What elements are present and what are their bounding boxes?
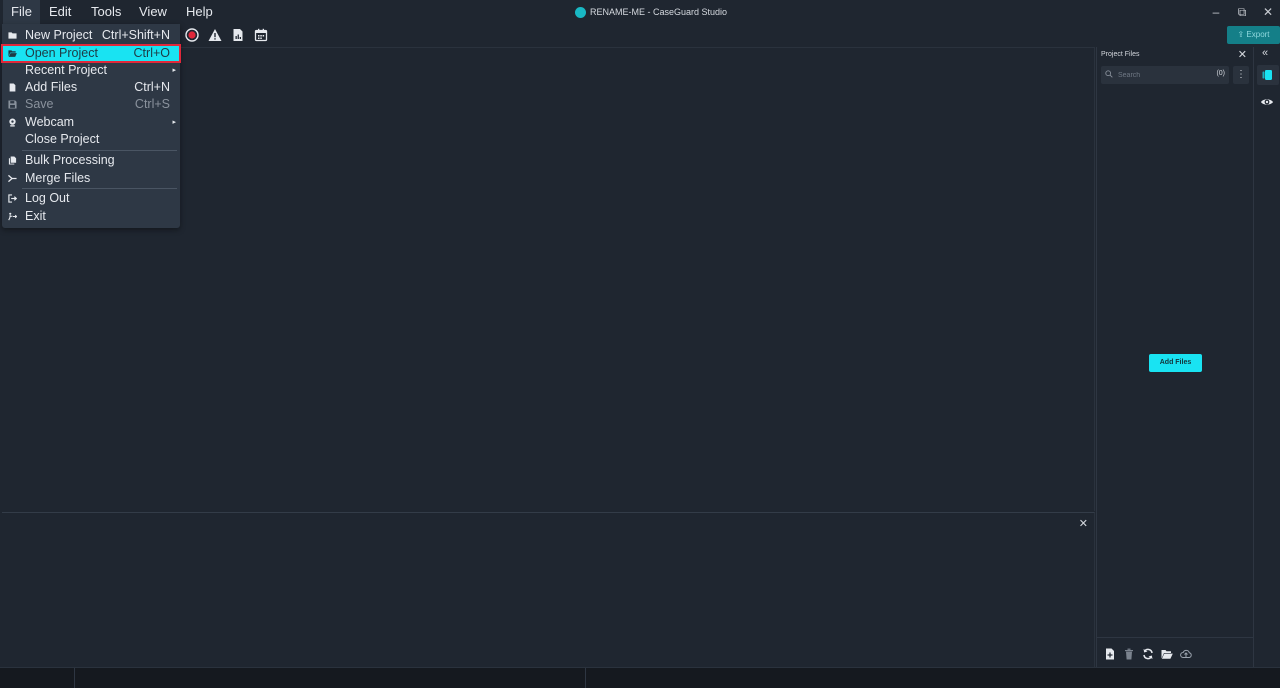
menu-item-log-out[interactable]: Log Out — [2, 190, 180, 207]
report-icon[interactable] — [231, 28, 245, 42]
collapse-icon[interactable]: « — [1262, 47, 1268, 59]
menu-item-shortcut: Ctrl+Shift+N — [101, 28, 170, 42]
export-button[interactable]: ⇪ Export — [1227, 26, 1280, 44]
logout-icon — [8, 194, 17, 203]
new-file-icon[interactable] — [1104, 648, 1116, 660]
project-files-tab[interactable] — [1257, 65, 1279, 85]
menu-item-label: New Project — [25, 28, 93, 42]
search-input[interactable] — [1118, 68, 1208, 82]
menu-item-label: Open Project — [25, 46, 98, 60]
bulk-files-icon — [8, 156, 17, 165]
folder-open-icon[interactable] — [1161, 648, 1173, 660]
refresh-icon[interactable] — [1142, 648, 1154, 660]
project-files-panel: Project Files ✕ (0) ⋮ Add Files — [1096, 47, 1254, 667]
menu-separator — [22, 150, 177, 151]
menu-edit[interactable]: Edit — [41, 0, 79, 24]
menu-item-recent-project[interactable]: Recent Project ▸ — [2, 62, 180, 79]
menu-view[interactable]: View — [131, 0, 175, 24]
bottom-panel: ✕ — [2, 512, 1095, 668]
window-title-text: RENAME-ME - CaseGuard Studio — [590, 7, 728, 17]
search-icon — [1105, 70, 1113, 78]
eye-icon[interactable] — [1260, 95, 1274, 109]
menu-item-new-project[interactable]: New Project Ctrl+Shift+N — [2, 27, 180, 44]
trash-icon[interactable] — [1123, 648, 1135, 660]
menu-item-label: Webcam — [25, 115, 75, 129]
exit-icon — [8, 212, 17, 221]
more-options-icon[interactable]: ⋮ — [1233, 66, 1249, 84]
menu-bar: File Edit Tools View Help RENAME-ME - Ca… — [0, 0, 1280, 24]
menu-item-label: Close Project — [25, 132, 100, 146]
submenu-arrow-icon: ▸ — [172, 67, 176, 74]
menu-item-shortcut: Ctrl+S — [134, 97, 170, 111]
minimize-button[interactable]: – — [1205, 0, 1227, 24]
warning-icon[interactable] — [208, 28, 222, 42]
right-rail: « — [1254, 47, 1280, 667]
menu-item-webcam[interactable]: Webcam ▸ — [2, 114, 180, 131]
add-files-button[interactable]: Add Files — [1149, 354, 1202, 372]
menu-file[interactable]: File — [3, 0, 40, 24]
status-separator — [74, 668, 75, 688]
folder-open-icon — [8, 50, 17, 57]
export-label: Export — [1246, 30, 1270, 39]
menu-item-shortcut: Ctrl+O — [133, 46, 170, 60]
bottom-panel-close-icon[interactable]: ✕ — [1079, 517, 1088, 530]
submenu-arrow-icon: ▸ — [172, 119, 176, 126]
menu-item-close-project[interactable]: Close Project — [2, 131, 180, 148]
menu-item-shortcut: Ctrl+N — [134, 80, 170, 94]
menu-item-label: Log Out — [25, 191, 70, 205]
file-icon — [9, 83, 16, 92]
project-files-close-icon[interactable]: ✕ — [1238, 48, 1247, 61]
menu-separator — [22, 188, 177, 189]
menu-item-merge-files[interactable]: Merge Files — [2, 170, 180, 187]
menu-item-save[interactable]: Save Ctrl+S — [2, 96, 180, 113]
project-files-footer — [1097, 637, 1253, 668]
search-box: (0) — [1101, 66, 1229, 84]
menu-item-label: Recent Project — [25, 63, 107, 77]
menu-item-label: Bulk Processing — [25, 153, 115, 167]
files-icon — [1262, 70, 1272, 80]
menu-item-bulk-processing[interactable]: Bulk Processing — [2, 152, 180, 169]
close-window-button[interactable]: ✕ — [1257, 0, 1279, 24]
save-icon — [8, 100, 17, 109]
status-bar — [0, 667, 1280, 688]
menu-item-add-files[interactable]: Add Files Ctrl+N — [2, 79, 180, 96]
file-count: (0) — [1216, 70, 1225, 77]
status-separator — [585, 668, 586, 688]
menu-item-label: Exit — [25, 209, 46, 223]
folder-icon — [8, 32, 17, 39]
menu-item-label: Merge Files — [25, 171, 91, 185]
app-logo-icon — [575, 6, 586, 18]
calendar-icon[interactable] — [254, 28, 268, 42]
menu-item-exit[interactable]: Exit — [2, 208, 180, 225]
menu-help[interactable]: Help — [178, 0, 221, 24]
menu-item-label: Add Files — [25, 80, 78, 94]
menu-item-label: Save — [25, 97, 54, 111]
menu-tools[interactable]: Tools — [83, 0, 129, 24]
merge-icon — [8, 174, 17, 183]
webcam-icon — [9, 118, 16, 127]
record-icon[interactable] — [185, 28, 199, 42]
file-menu-dropdown: New Project Ctrl+Shift+N Open Project Ct… — [1, 24, 181, 228]
project-files-title: Project Files — [1101, 51, 1140, 58]
restore-button[interactable]: ⧉ — [1231, 0, 1253, 24]
window-title: RENAME-ME - CaseGuard Studio — [575, 0, 727, 24]
menu-item-open-project[interactable]: Open Project Ctrl+O — [1, 44, 181, 63]
cloud-upload-icon[interactable] — [1180, 648, 1192, 660]
